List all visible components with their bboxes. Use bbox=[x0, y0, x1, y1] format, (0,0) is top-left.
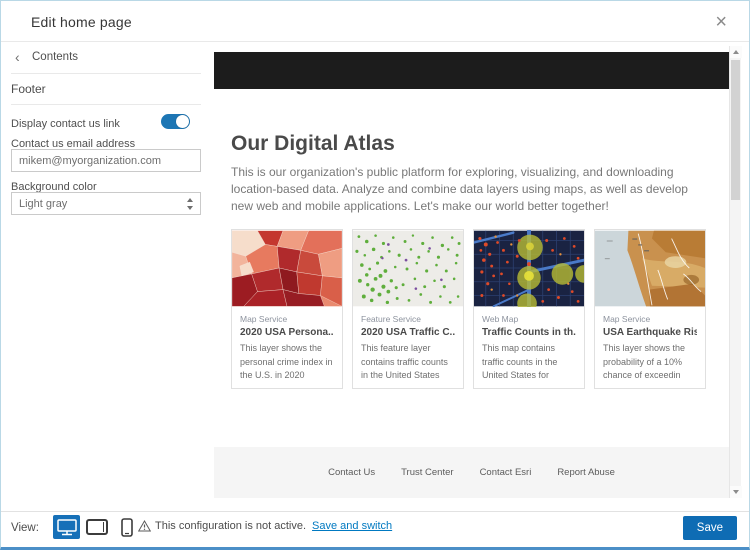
chevron-left-icon: ‹ bbox=[15, 49, 20, 65]
footer-link-contact-us[interactable]: Contact Us bbox=[328, 467, 375, 478]
card-thumbnail-choropleth-icon bbox=[232, 230, 342, 307]
card-traffic-counts-layer[interactable]: Feature Service 2020 USA Traffic C... Th… bbox=[352, 229, 464, 389]
card-traffic-counts-webmap[interactable]: Web Map Traffic Counts in th... This map… bbox=[473, 229, 585, 389]
close-icon[interactable]: × bbox=[709, 9, 733, 36]
card-type: Feature Service bbox=[361, 314, 455, 324]
display-contact-toggle[interactable] bbox=[161, 114, 190, 129]
back-to-contents[interactable]: ‹ Contents bbox=[1, 42, 211, 73]
scroll-down-icon[interactable] bbox=[730, 486, 742, 498]
card-type: Map Service bbox=[240, 314, 334, 324]
desktop-icon bbox=[57, 519, 77, 536]
card-thumbnail-dark-traffic-map-icon bbox=[474, 230, 584, 307]
edit-home-page-dialog: Edit home page × ‹ Contents Footer Displ… bbox=[0, 0, 750, 550]
tablet-view-button[interactable] bbox=[83, 515, 110, 539]
card-title: 2020 USA Persona... bbox=[240, 327, 334, 338]
preview-scrollbar[interactable] bbox=[729, 46, 741, 498]
divider bbox=[1, 511, 749, 512]
warning-icon bbox=[138, 520, 151, 532]
view-label: View: bbox=[11, 522, 39, 534]
card-description: This feature layer contains traffic coun… bbox=[361, 342, 455, 383]
content-cards: Map Service 2020 USA Persona... This lay… bbox=[231, 229, 706, 389]
warning-text: This configuration is not active. bbox=[155, 520, 306, 532]
card-description: This map contains traffic counts in the … bbox=[482, 342, 576, 383]
toggle-label: Display contact us link bbox=[11, 118, 120, 130]
divider bbox=[11, 73, 201, 74]
card-title: 2020 USA Traffic C... bbox=[361, 327, 455, 338]
scroll-up-icon[interactable] bbox=[730, 46, 742, 58]
save-and-switch-link[interactable]: Save and switch bbox=[312, 520, 392, 532]
home-page-preview: Our Digital Atlas This is our organizati… bbox=[214, 52, 729, 498]
email-field[interactable] bbox=[11, 149, 201, 172]
toggle-knob bbox=[176, 115, 189, 128]
divider bbox=[11, 104, 201, 105]
settings-panel: ‹ Contents Footer Display contact us lin… bbox=[1, 42, 211, 511]
card-description: This layer shows the probability of a 10… bbox=[603, 342, 697, 383]
tablet-icon bbox=[86, 519, 108, 535]
section-title: Footer bbox=[11, 82, 46, 96]
scrollbar-thumb[interactable] bbox=[731, 60, 740, 200]
hero-description: This is our organization's public platfo… bbox=[231, 164, 711, 215]
view-mode-switcher bbox=[53, 515, 140, 539]
footer-link-contact-esri[interactable]: Contact Esri bbox=[480, 467, 532, 478]
card-crime-index[interactable]: Map Service 2020 USA Persona... This lay… bbox=[231, 229, 343, 389]
desktop-view-button[interactable] bbox=[53, 515, 80, 539]
select-value: Light gray bbox=[19, 198, 67, 210]
spinner-icon bbox=[186, 197, 194, 211]
card-title: Traffic Counts in th... bbox=[482, 327, 576, 338]
card-type: Web Map bbox=[482, 314, 576, 324]
site-header-bar bbox=[214, 52, 729, 89]
configuration-warning: This configuration is not active. Save a… bbox=[138, 520, 392, 532]
footer-link-trust-center[interactable]: Trust Center bbox=[401, 467, 453, 478]
back-label: Contents bbox=[32, 51, 78, 63]
card-title: USA Earthquake Risk bbox=[603, 327, 697, 338]
card-earthquake-risk[interactable]: Map Service USA Earthquake Risk This lay… bbox=[594, 229, 706, 389]
save-button[interactable]: Save bbox=[683, 516, 737, 540]
mobile-icon bbox=[121, 518, 133, 537]
footer-link-report-abuse[interactable]: Report Abuse bbox=[557, 467, 615, 478]
card-type: Map Service bbox=[603, 314, 697, 324]
background-color-select[interactable]: Light gray bbox=[11, 192, 201, 215]
card-description: This layer shows the personal crime inde… bbox=[240, 342, 334, 383]
mobile-view-button[interactable] bbox=[113, 515, 140, 539]
card-thumbnail-terrain-map-icon bbox=[595, 230, 705, 307]
card-thumbnail-green-dots-icon bbox=[353, 230, 463, 307]
hero-title: Our Digital Atlas bbox=[231, 132, 395, 156]
dialog-title: Edit home page bbox=[31, 14, 132, 30]
preview-footer: Contact Us Trust Center Contact Esri Rep… bbox=[214, 447, 729, 498]
